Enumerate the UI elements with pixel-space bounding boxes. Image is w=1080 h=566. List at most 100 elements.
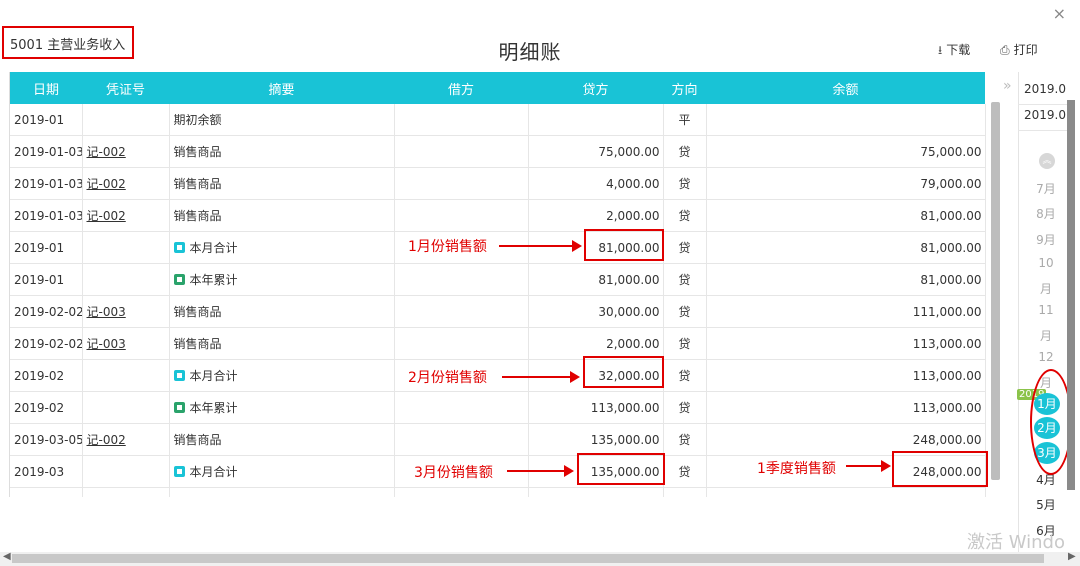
cell-voucher: 记-002 <box>82 199 170 232</box>
cell-direction: 贷 <box>663 167 707 200</box>
ledger-table-container: 日期 凭证号 摘要 借方 贷方 方向 余额 2019-01 期初余额 平 2019-01-03 记-… <box>9 72 1001 497</box>
cell-direction: 贷 <box>663 391 707 424</box>
voucher-link[interactable]: 记-002 <box>87 209 126 223</box>
header-direction: 方向 <box>663 72 706 104</box>
cell-date: 2019-01-03 <box>10 167 83 200</box>
annotation-jan: 1月份销售额 <box>408 239 487 255</box>
month-7[interactable]: 7月 <box>1034 180 1058 197</box>
direction-value: 平 <box>678 113 691 127</box>
cell-date: 2019-01 <box>10 231 83 264</box>
scroll-left-icon[interactable]: ◀ <box>3 551 11 562</box>
cell-voucher <box>82 231 170 264</box>
voucher-link[interactable]: 记-002 <box>87 177 126 191</box>
cell-summary: 销售商品 <box>169 295 395 328</box>
month-5[interactable]: 5月 <box>1034 496 1058 513</box>
header-date: 日期 <box>10 72 82 104</box>
balance-value: 81,000.00 <box>920 272 982 287</box>
activation-watermark: 激活 Windo <box>967 532 1065 553</box>
cell-summary: 本年累计 <box>169 487 395 497</box>
cell-voucher: 记-002 <box>82 135 170 168</box>
scroll-up-icon[interactable]: ︽ <box>1039 153 1055 169</box>
direction-value: 贷 <box>678 273 691 287</box>
voucher-link[interactable]: 记-003 <box>87 305 126 319</box>
print-label: 打印 <box>1013 43 1038 57</box>
cell-credit: 4,000.00 <box>528 167 664 200</box>
cell-date: 2019-02-02 <box>10 295 83 328</box>
cell-direction: 贷 <box>663 231 707 264</box>
month-12[interactable]: 12 <box>1034 350 1058 364</box>
panel-scrollbar[interactable] <box>1067 100 1075 490</box>
cell-date: 2019-03 <box>10 455 83 488</box>
collapse-panel-icon[interactable]: » <box>1003 78 1012 94</box>
credit-value: 2,000.00 <box>606 208 660 223</box>
balance-value: 113,000.00 <box>912 336 982 351</box>
download-label: 下载 <box>946 43 971 57</box>
voucher-link[interactable]: 记-002 <box>87 145 126 159</box>
balance-value: 111,000.00 <box>912 304 982 319</box>
balance-value: 113,000.00 <box>912 400 982 415</box>
table-body: 2019-01 期初余额 平 2019-01-03 记-002 销售商品 75,000.00… <box>10 104 986 497</box>
cell-summary: 销售商品 <box>169 327 395 360</box>
credit-value: 75,000.00 <box>598 144 660 159</box>
balance-value: 248,000.00 <box>912 432 982 447</box>
scroll-right-icon[interactable]: ▶ <box>1068 551 1076 562</box>
horizontal-scrollbar-thumb[interactable] <box>12 554 1044 563</box>
print-button[interactable]: ⎙ 打印 <box>1000 41 1038 58</box>
start-date-chip[interactable]: 2019.0 <box>1018 82 1072 105</box>
table-header-row: 日期 凭证号 摘要 借方 贷方 方向 余额 <box>10 72 985 104</box>
date-text: 2019-01 <box>14 112 65 127</box>
balance-value: 75,000.00 <box>920 144 982 159</box>
cell-credit: 81,000.00 <box>528 263 664 296</box>
date-text: 2019-01-03 <box>14 208 82 223</box>
cell-date: 2019-02-02 <box>10 327 83 360</box>
cell-balance: 81,000.00 <box>706 231 986 264</box>
cell-direction: 贷 <box>663 487 707 497</box>
cell-debit <box>394 327 529 360</box>
cell-summary: 本月合计 <box>169 231 395 264</box>
cell-date: 2019-03-05 <box>10 423 83 456</box>
cell-summary: 本年累计 <box>169 263 395 296</box>
cell-voucher <box>82 263 170 296</box>
cell-balance <box>706 104 986 136</box>
table-row: 2019-03 本年累计 贷 <box>10 487 986 497</box>
cell-summary: 销售商品 <box>169 199 395 232</box>
arrow-feb <box>502 371 580 383</box>
cell-date: 2019-02 <box>10 359 83 392</box>
table-vertical-scrollbar[interactable] <box>991 102 1000 480</box>
cell-balance: 113,000.00 <box>706 359 986 392</box>
cell-debit <box>394 199 529 232</box>
cell-balance: 81,000.00 <box>706 263 986 296</box>
balance-value: 79,000.00 <box>920 176 982 191</box>
cell-balance: 79,000.00 <box>706 167 986 200</box>
cell-summary: 本年累计 <box>169 391 395 424</box>
date-text: 2019-03-05 <box>14 432 82 447</box>
voucher-link[interactable]: 记-003 <box>87 337 126 351</box>
date-text: 2019-02-02 <box>14 336 82 351</box>
direction-value: 贷 <box>678 209 691 223</box>
month-11[interactable]: 11 <box>1034 303 1058 317</box>
cell-credit: 113,000.00 <box>528 391 664 424</box>
close-icon[interactable]: × <box>1053 4 1066 23</box>
header-credit: 贷方 <box>528 72 663 104</box>
annotation-mar: 3月份销售额 <box>414 465 493 481</box>
cell-summary: 期初余额 <box>169 104 395 136</box>
month-10-suffix: 月 <box>1039 282 1052 296</box>
cell-voucher: 记-002 <box>82 167 170 200</box>
end-date-chip[interactable]: 2019.0 <box>1018 108 1072 131</box>
cell-direction: 贷 <box>663 263 707 296</box>
month-10[interactable]: 10 <box>1034 256 1058 270</box>
cell-credit <box>528 104 664 136</box>
cell-debit <box>394 487 529 497</box>
voucher-link[interactable]: 记-002 <box>87 433 126 447</box>
summary-text: 期初余额 <box>173 113 222 127</box>
direction-value: 贷 <box>678 401 691 415</box>
download-button[interactable]: ⭳ 下载 <box>938 41 970 62</box>
cell-balance: 81,000.00 <box>706 199 986 232</box>
cell-balance: 111,000.00 <box>706 295 986 328</box>
cell-credit: 2,000.00 <box>528 199 664 232</box>
month-9[interactable]: 9月 <box>1034 231 1058 248</box>
cell-voucher <box>82 487 170 497</box>
date-text: 2019-01-03 <box>14 144 82 159</box>
month-8[interactable]: 8月 <box>1034 205 1058 222</box>
table-row: 2019-03-05 记-002 销售商品 135,000.00 贷 248,000.00 <box>10 423 986 456</box>
